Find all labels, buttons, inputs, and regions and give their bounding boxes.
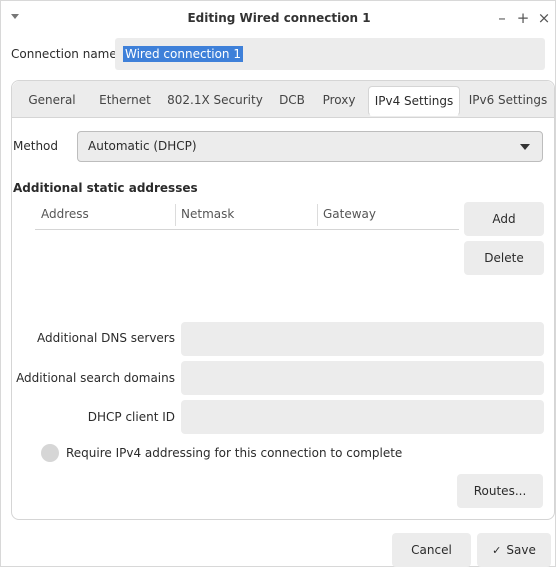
static-addresses-title: Additional static addresses [13, 181, 198, 195]
dns-servers-label: Additional DNS servers [37, 331, 175, 345]
tab-general[interactable]: General [20, 88, 84, 112]
tab-dcb[interactable]: DCB [274, 88, 310, 112]
method-value: Automatic (DHCP) [88, 139, 197, 153]
connection-name-value: Wired connection 1 [123, 46, 243, 62]
search-domains-input[interactable] [181, 361, 544, 395]
column-header-netmask[interactable]: Netmask [181, 207, 234, 221]
require-ipv4-label[interactable]: Require IPv4 addressing for this connect… [66, 446, 402, 460]
column-header-address[interactable]: Address [41, 207, 89, 221]
tab-proxy[interactable]: Proxy [316, 88, 362, 112]
connection-name-input[interactable]: Wired connection 1 [115, 38, 545, 70]
checkmark-icon: ✓ [492, 544, 502, 557]
minimize-button[interactable]: – [494, 9, 510, 27]
search-domains-label: Additional search domains [16, 371, 175, 385]
dropdown-caret-icon [520, 144, 530, 150]
tab-ipv6-settings[interactable]: IPv6 Settings [466, 88, 550, 112]
save-button[interactable]: ✓ Save [477, 533, 551, 567]
dns-servers-input[interactable] [181, 322, 544, 356]
address-table[interactable]: Address Netmask Gateway [35, 200, 459, 230]
cancel-button[interactable]: Cancel [392, 533, 471, 567]
window-title: Editing Wired connection 1 [187, 11, 371, 25]
require-ipv4-checkbox[interactable] [41, 444, 59, 462]
tab-ethernet[interactable]: Ethernet [92, 88, 158, 112]
method-label: Method [13, 139, 59, 153]
method-select[interactable]: Automatic (DHCP) [77, 131, 543, 162]
save-button-label: Save [506, 543, 536, 557]
dialog-window: Editing Wired connection 1 – + × Connect… [0, 0, 556, 567]
title-bar: Editing Wired connection 1 – + × [1, 1, 556, 37]
column-divider [175, 204, 176, 226]
tab-bar: General Ethernet 802.1X Security DCB Pro… [12, 81, 554, 118]
dhcp-client-id-label: DHCP client ID [87, 410, 175, 424]
column-divider [317, 204, 318, 226]
delete-address-button[interactable]: Delete [464, 241, 544, 275]
connection-name-label: Connection name [11, 47, 117, 61]
dhcp-client-id-input[interactable] [181, 400, 544, 434]
column-header-gateway[interactable]: Gateway [323, 207, 376, 221]
routes-button[interactable]: Routes... [457, 474, 543, 508]
maximize-button[interactable]: + [515, 9, 531, 27]
add-address-button[interactable]: Add [464, 202, 544, 236]
tab-8021x-security[interactable]: 802.1X Security [162, 88, 268, 112]
close-button[interactable]: × [536, 9, 552, 27]
tab-ipv4-settings[interactable]: IPv4 Settings [368, 86, 460, 116]
